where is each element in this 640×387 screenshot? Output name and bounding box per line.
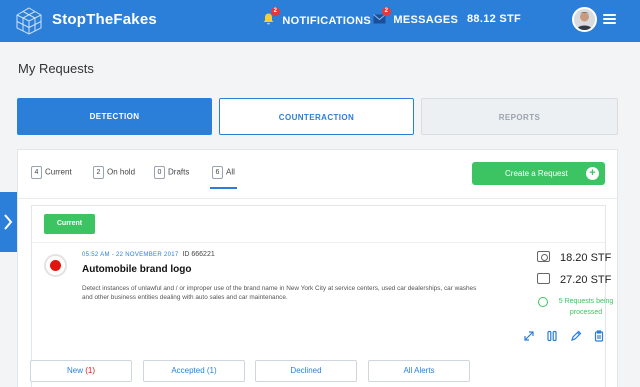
hamburger-menu-icon[interactable] — [603, 14, 616, 25]
page-title: My Requests — [18, 61, 94, 76]
user-avatar[interactable] — [572, 7, 597, 32]
expand-icon[interactable] — [523, 330, 535, 342]
bell-icon: 2 — [262, 7, 280, 25]
envelope-icon: 2 — [373, 7, 391, 25]
logo-cube-icon[interactable] — [14, 6, 44, 36]
alerts-tab-declined[interactable]: Declined — [255, 360, 357, 382]
divider — [18, 198, 617, 199]
alerts-tab-new-label: New — [66, 366, 83, 375]
filter-label: Current — [45, 167, 72, 177]
clipboard-icon[interactable] — [593, 330, 605, 342]
filter-label: Drafts — [168, 167, 190, 177]
filter-on-hold[interactable]: 2 On hold — [93, 166, 135, 179]
chevron-right-icon — [4, 214, 13, 230]
processing-status: 5 Requests being processed — [538, 296, 618, 318]
video-price: 27.20 STF — [537, 273, 611, 286]
status-indicator — [44, 254, 67, 277]
filter-label: All — [226, 167, 235, 177]
video-price-value: 27.20 STF — [560, 274, 612, 286]
photo-price: 18.20 STF — [537, 251, 611, 264]
request-id: ID 666221 — [182, 251, 215, 258]
alerts-tab-new[interactable]: New (1) — [30, 360, 132, 382]
tab-detection[interactable]: DETECTION — [17, 98, 212, 135]
notifications-badge: 2 — [271, 7, 280, 16]
plus-icon: + — [586, 167, 599, 180]
processing-text: 5 Requests being processed — [558, 298, 614, 316]
pause-icon[interactable] — [546, 330, 558, 342]
request-datetime: 05:52 AM - 22 NOVEMBER 2017 — [82, 252, 179, 258]
filter-count: 0 — [154, 166, 165, 179]
photo-price-value: 18.20 STF — [560, 252, 612, 264]
camera-icon — [537, 251, 550, 262]
top-navigation-bar: StopTheFakes 2 NOTIFICATIONS 2 MESSAGES … — [0, 0, 640, 42]
create-request-label: Create a Request — [505, 169, 568, 178]
filter-count: 6 — [212, 166, 223, 179]
tab-counteraction[interactable]: COUNTERACTION — [219, 98, 414, 135]
messages-link[interactable]: 2 MESSAGES — [373, 7, 459, 26]
filter-drafts[interactable]: 0 Drafts — [154, 166, 189, 179]
alerts-tab-new-count: (1) — [85, 366, 96, 375]
request-description: Detect instances of unlawful and / or im… — [82, 285, 477, 301]
pencil-icon[interactable] — [570, 330, 582, 342]
filter-current[interactable]: 4 Current — [31, 166, 72, 179]
messages-badge: 2 — [382, 7, 391, 16]
messages-label: MESSAGES — [393, 14, 459, 26]
requests-card: 4 Current 2 On hold 0 Drafts 6 All Create a … — [17, 149, 618, 387]
users-icon — [538, 297, 548, 307]
status-tag-current[interactable]: Current — [44, 214, 95, 234]
filter-label: On hold — [107, 167, 136, 177]
alerts-tab-accepted[interactable]: Accepted (1) — [143, 360, 245, 382]
brand-name[interactable]: StopTheFakes — [52, 11, 157, 28]
create-request-button[interactable]: Create a Request + — [472, 162, 605, 185]
account-balance[interactable]: 88.12 STF — [467, 13, 521, 25]
filter-count: 2 — [93, 166, 104, 179]
notifications-label: NOTIFICATIONS — [282, 15, 371, 27]
divider — [32, 242, 605, 243]
notifications-link[interactable]: 2 NOTIFICATIONS — [262, 7, 371, 27]
side-panel-toggle[interactable] — [0, 192, 17, 252]
request-meta: 05:52 AM - 22 NOVEMBER 2017 ID 666221 — [82, 251, 215, 258]
alerts-tab-all[interactable]: All Alerts — [368, 360, 470, 382]
tab-reports[interactable]: REPORTS — [421, 98, 618, 135]
filter-all[interactable]: 6 All — [210, 166, 237, 189]
request-title[interactable]: Automobile brand logo — [82, 264, 191, 275]
video-camera-icon — [537, 273, 550, 284]
filter-count: 4 — [31, 166, 42, 179]
